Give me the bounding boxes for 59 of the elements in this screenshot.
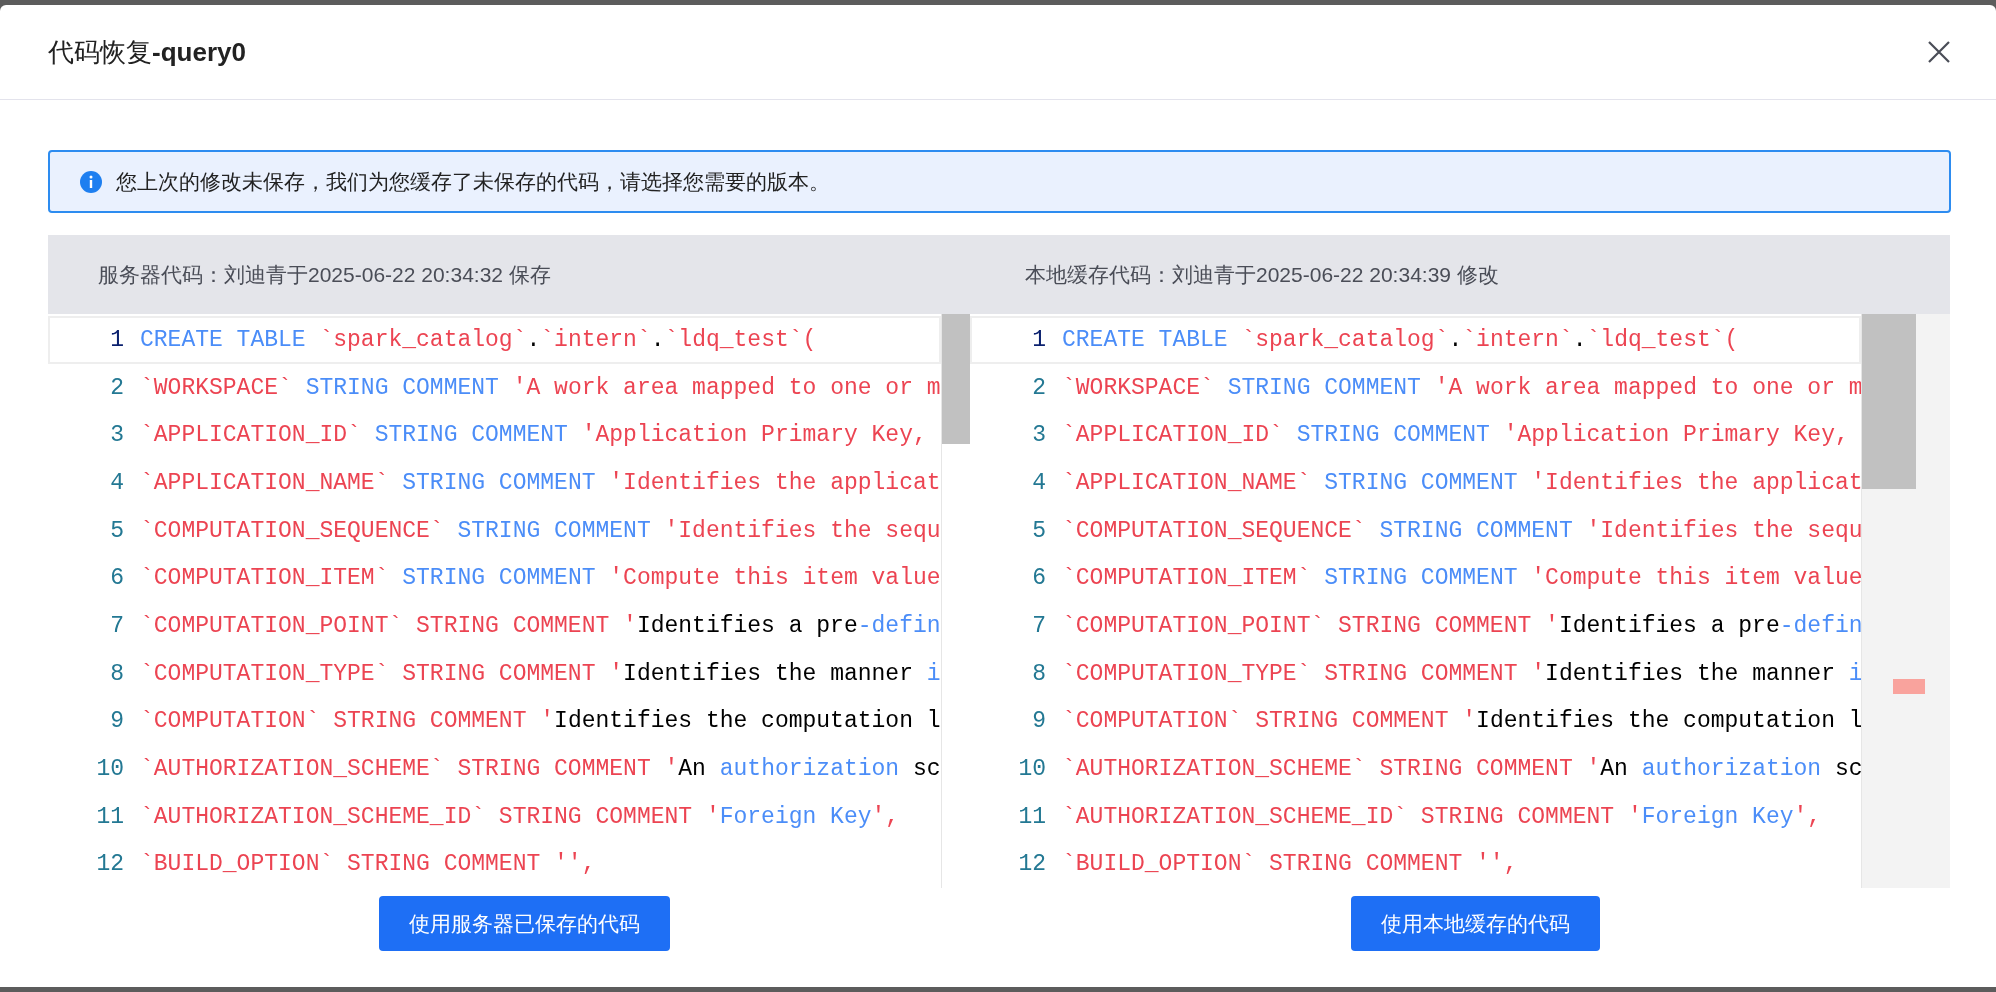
line-number: 7 [109,612,124,639]
code-line: `COMPUTATION_POINT` STRING COMMENT 'Identifies a pre-defin [140,612,941,639]
code-line: `COMPUTATION_TYPE` STRING COMMENT 'Identifies the manner i [1062,660,1863,687]
code-line: `COMPUTATION_ITEM` STRING COMMENT 'Compute this item value [140,565,941,592]
code-line: `AUTHORIZATION_SCHEME` STRING COMMENT 'An authorization sc [1062,755,1863,782]
scrollbar-thumb[interactable] [1862,314,1916,489]
code-line: `COMPUTATION_ITEM` STRING COMMENT 'Compute this item value [1062,565,1863,592]
line-number: 10 [95,755,124,782]
line-number: 9 [109,708,124,735]
close-icon [1928,41,1950,63]
code-line: `AUTHORIZATION_SCHEME_ID` STRING COMMENT 'Foreign Key', [1062,803,1822,830]
scrollbar-thumb[interactable] [942,314,970,444]
code-line: `COMPUTATION_SEQUENCE` STRING COMMENT 'Identifies the sequ [140,517,941,544]
line-number: 4 [109,469,124,496]
line-number: 6 [109,565,124,592]
line-number: 5 [109,517,124,544]
code-line: `BUILD_OPTION` STRING COMMENT '', [140,851,596,878]
code-line: `APPLICATION_NAME` STRING COMMENT 'Identifies the applicat [1062,469,1863,496]
line-number: 2 [109,374,124,401]
line-number: 1 [109,326,124,353]
code-line: CREATE TABLE `spark_catalog`.`intern`.`ldq_test`( [1062,326,1739,353]
line-number: 6 [1031,565,1046,592]
line-number: 11 [1017,803,1046,830]
line-number: 12 [1017,851,1046,878]
line-number: 8 [109,660,124,687]
code-line: `COMPUTATION` STRING COMMENT 'Identifies the computation l [140,708,941,735]
line-number: 12 [95,851,124,878]
code-line: `BUILD_OPTION` STRING COMMENT '', [1062,851,1518,878]
code-line: CREATE TABLE `spark_catalog`.`intern`.`ldq_test`( [140,326,817,353]
code-line: `COMPUTATION_TYPE` STRING COMMENT 'Identifies the manner i [140,660,941,687]
line-number: 10 [1017,755,1046,782]
line-number: 11 [95,803,124,830]
line-number: 8 [1031,660,1046,687]
use-version-button[interactable]: 使用本地缓存的代码 [1350,896,1600,951]
alert-text: 您上次的修改未保存，我们为您缓存了未保存的代码，请选择您需要的版本。 [116,168,830,195]
code-line: `WORKSPACE` STRING COMMENT 'A work area mapped to one or m [140,374,941,401]
code-line: `COMPUTATION_POINT` STRING COMMENT 'Identifies a pre-defin [1062,612,1863,639]
code-line: `COMPUTATION_SEQUENCE` STRING COMMENT 'Identifies the sequ [1062,517,1863,544]
code-line: `AUTHORIZATION_SCHEME_ID` STRING COMMENT 'Foreign Key', [140,803,900,830]
code-line: `WORKSPACE` STRING COMMENT 'A work area mapped to one or m [1062,374,1863,401]
info-icon [80,170,102,193]
change-marker [1893,679,1925,694]
dialog-title: 代码恢复-query0 [48,35,246,69]
line-number: 9 [1031,708,1046,735]
pane-caption: 本地缓存代码：刘迪青于2025-06-22 20:34:39 修改 [1025,261,1499,288]
line-number: 7 [1031,612,1046,639]
code-line: `APPLICATION_NAME` STRING COMMENT 'Identifies the applicat [140,469,941,496]
line-number: 5 [1031,517,1046,544]
code-line: `COMPUTATION` STRING COMMENT 'Identifies the computation l [1062,708,1863,735]
line-number: 3 [109,422,124,449]
code-line: `AUTHORIZATION_SCHEME` STRING COMMENT 'An authorization sc [140,755,941,782]
code-line: `APPLICATION_ID` STRING COMMENT 'Application Primary Key, [1062,422,1849,449]
line-number: 1 [1031,326,1046,353]
code-line: `APPLICATION_ID` STRING COMMENT 'Application Primary Key, [140,422,927,449]
line-number: 3 [1031,422,1046,449]
line-number: 4 [1031,469,1046,496]
pane-caption: 服务器代码：刘迪青于2025-06-22 20:34:32 保存 [98,261,551,288]
line-number: 2 [1031,374,1046,401]
use-version-button[interactable]: 使用服务器已保存的代码 [378,896,670,951]
